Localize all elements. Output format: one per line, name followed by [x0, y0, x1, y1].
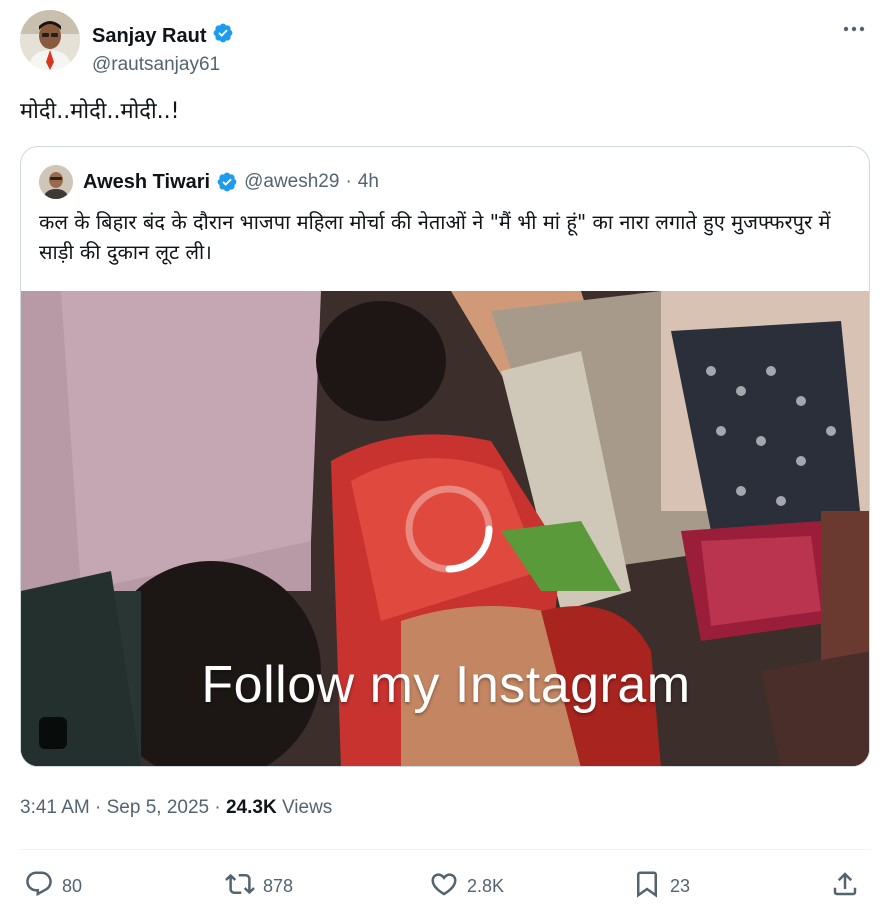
divider	[20, 849, 871, 850]
quoted-tweet-card[interactable]: Awesh Tiwari @awesh29 · 4h कल के बिहार ब…	[20, 146, 870, 767]
verified-badge-icon	[216, 171, 238, 193]
bookmark-button[interactable]: 23	[632, 866, 690, 906]
reply-bubble-icon	[24, 869, 54, 904]
quoted-author-handle[interactable]: @awesh29	[244, 171, 339, 193]
like-button[interactable]: 2.8K	[429, 866, 504, 906]
quoted-separator: ·	[345, 171, 352, 192]
tweet-text: मोदी..मोदी..मोदी..!	[20, 99, 180, 124]
author-name-text[interactable]: Sanjay Raut	[92, 24, 206, 48]
views-count: 24.3K	[225, 797, 277, 818]
share-upload-icon	[830, 869, 860, 904]
meta-separator: ·	[95, 797, 102, 818]
reply-button[interactable]: 80	[24, 866, 82, 906]
author-avatar[interactable]	[20, 10, 80, 70]
author-handle[interactable]: @rautsanjay61	[92, 54, 220, 76]
author-name[interactable]: Sanjay Raut	[92, 22, 234, 50]
loading-spinner-icon	[401, 481, 497, 577]
quoted-video-media[interactable]: Follow my Instagram	[21, 291, 869, 766]
tweet-action-bar: 80 878 2.8K 23	[20, 866, 871, 906]
repost-arrows-icon	[225, 869, 255, 904]
more-horizontal-icon[interactable]	[841, 16, 867, 42]
quoted-time[interactable]: 4h	[358, 171, 379, 193]
heart-icon	[429, 869, 459, 904]
media-badge-icon	[39, 717, 67, 749]
quoted-author-avatar[interactable]	[39, 165, 73, 199]
tweet-meta: 3:41 AM · Sep 5, 2025 · 24.3K Views	[20, 796, 332, 820]
reply-count: 80	[62, 875, 83, 896]
quoted-author-name[interactable]: Awesh Tiwari	[83, 171, 210, 194]
verified-badge-icon	[212, 22, 234, 50]
quoted-tweet-text: कल के बिहार बंद के दौरान भाजपा महिला मोर…	[39, 210, 831, 264]
like-count: 2.8K	[467, 875, 505, 896]
bookmark-icon	[632, 869, 662, 904]
share-button[interactable]	[830, 866, 860, 906]
quoted-tweet-header: Awesh Tiwari @awesh29 · 4h	[39, 165, 379, 199]
tweet-time[interactable]: 3:41 AM	[20, 797, 90, 818]
repost-button[interactable]: 878	[225, 866, 293, 906]
video-overlay-text: Follow my Instagram	[201, 656, 691, 714]
tweet-date[interactable]: Sep 5, 2025	[107, 797, 209, 818]
repost-count: 878	[263, 875, 294, 896]
views-label: Views	[281, 797, 333, 818]
tweet-author-header: Sanjay Raut @rautsanjay61	[20, 10, 871, 75]
bookmark-count: 23	[670, 875, 691, 896]
meta-separator: ·	[214, 797, 221, 818]
